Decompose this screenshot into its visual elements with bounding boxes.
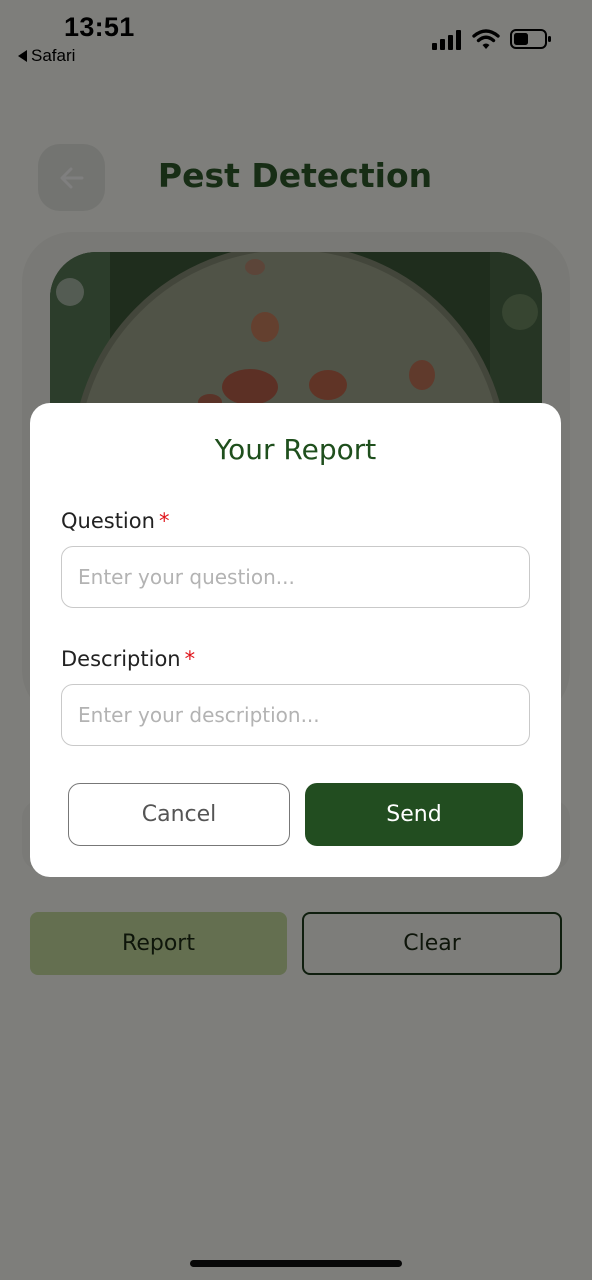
description-input[interactable] [61,684,530,746]
required-marker: * [158,509,170,533]
modal-title: Your Report [214,433,377,466]
description-label-text: Description [61,647,181,671]
question-input[interactable] [61,546,530,608]
question-label: Question * [61,509,169,533]
required-marker: * [184,647,196,671]
question-label-text: Question [61,509,155,533]
report-modal: Your Report Question* Description* Cance… [30,403,561,877]
send-button[interactable]: Send [305,783,523,846]
cancel-button[interactable]: Cancel [68,783,290,846]
description-label: Description * [61,647,195,671]
